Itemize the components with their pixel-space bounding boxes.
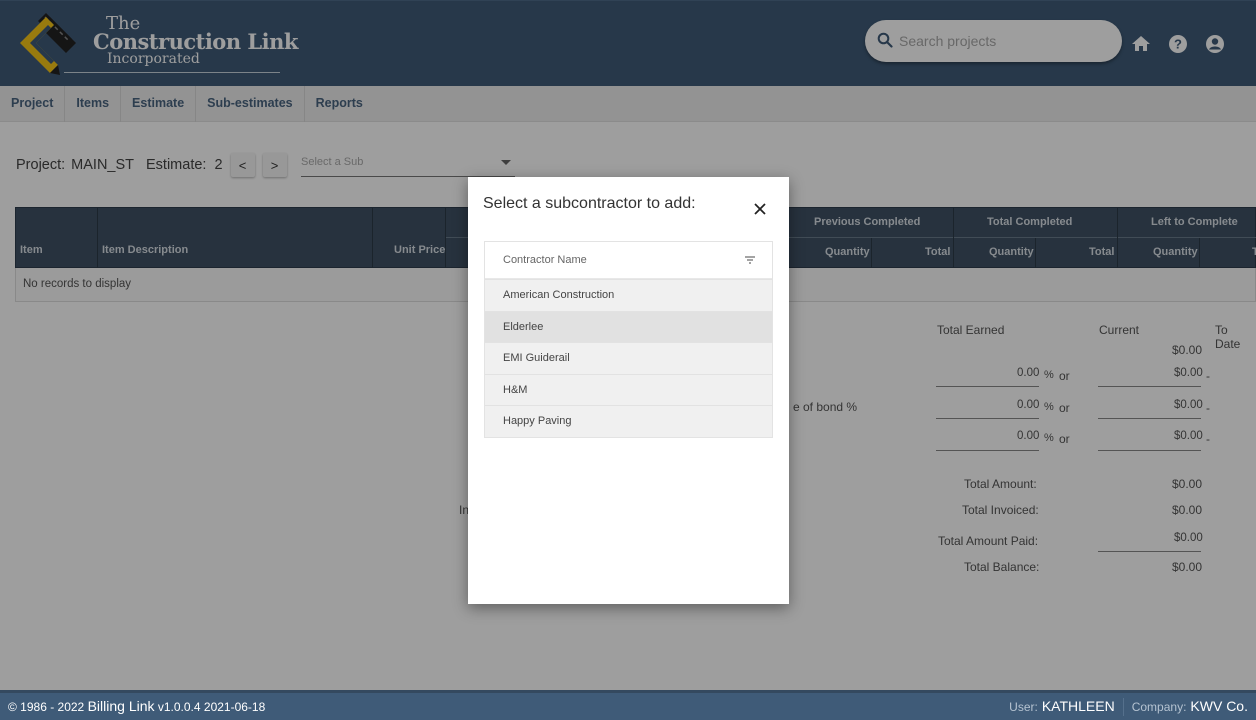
dialog-title: Select a subcontractor to add: xyxy=(483,195,696,212)
filter-icon[interactable] xyxy=(744,255,756,265)
subcontractor-table-header: Contractor Name xyxy=(485,242,772,279)
subcontractor-table: Contractor Name American Construction El… xyxy=(484,241,773,438)
user-value: KATHLEEN xyxy=(1041,698,1115,714)
column-header-contractor-name[interactable]: Contractor Name xyxy=(503,254,587,266)
subcontractor-row[interactable]: Happy Paving xyxy=(485,405,772,437)
footer-divider xyxy=(1122,698,1124,716)
select-subcontractor-dialog: Select a subcontractor to add: Contracto… xyxy=(468,177,789,604)
company-value: KWV Co. xyxy=(1190,698,1248,714)
user-label: User: xyxy=(1009,700,1038,714)
app-footer: © 1986 - 2022 Billing Link v1.0.0.4 2021… xyxy=(0,690,1256,720)
footer-session-info: User: KATHLEEN Company: KWV Co. xyxy=(1009,698,1248,716)
close-icon[interactable] xyxy=(752,201,768,217)
subcontractor-row[interactable]: Elderlee xyxy=(485,310,772,343)
app-name: Billing Link xyxy=(87,698,155,714)
copyright-text: © 1986 - 2022 xyxy=(8,700,85,714)
subcontractor-row[interactable]: EMI Guiderail xyxy=(485,342,772,374)
company-label: Company: xyxy=(1131,700,1187,714)
subcontractor-row[interactable]: American Construction xyxy=(485,279,772,311)
footer-version-info: © 1986 - 2022 Billing Link v1.0.0.4 2021… xyxy=(8,698,265,714)
subcontractor-row[interactable]: H&M xyxy=(485,373,772,406)
version-text: v1.0.0.4 2021-06-18 xyxy=(157,700,266,714)
